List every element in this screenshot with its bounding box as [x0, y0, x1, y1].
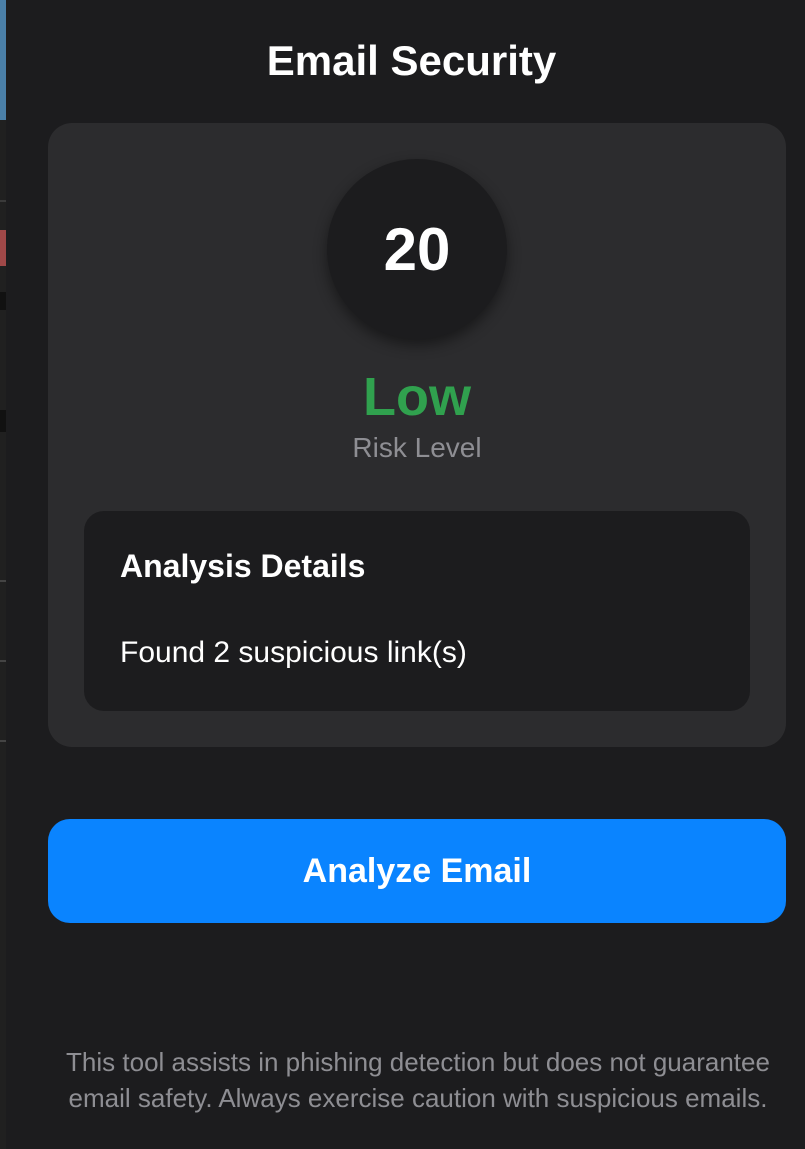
analyze-email-button[interactable]: Analyze Email [48, 819, 786, 923]
email-security-panel: Email Security 20 Low Risk Level Analysi… [6, 0, 805, 1149]
risk-level-caption: Risk Level [352, 432, 482, 463]
risk-result-card: 20 Low Risk Level Analysis Details Found… [48, 123, 786, 747]
risk-level-label: Low [363, 367, 471, 427]
analysis-detail-item: Found 2 suspicious link(s) [120, 636, 467, 669]
risk-score-value: 20 [383, 215, 451, 283]
page-title: Email Security [266, 37, 557, 84]
analysis-details-title: Analysis Details [120, 548, 366, 584]
analyze-email-button-label: Analyze Email [302, 851, 532, 890]
disclaimer-text: This tool assists in phishing detection … [28, 1044, 805, 1116]
analysis-details-box: Analysis Details Found 2 suspicious link… [84, 511, 750, 711]
disclaimer-line: This tool assists in phishing detection … [66, 1047, 770, 1077]
disclaimer-line: email safety. Always exercise caution wi… [68, 1083, 768, 1113]
risk-score-circle: 20 [327, 159, 507, 339]
